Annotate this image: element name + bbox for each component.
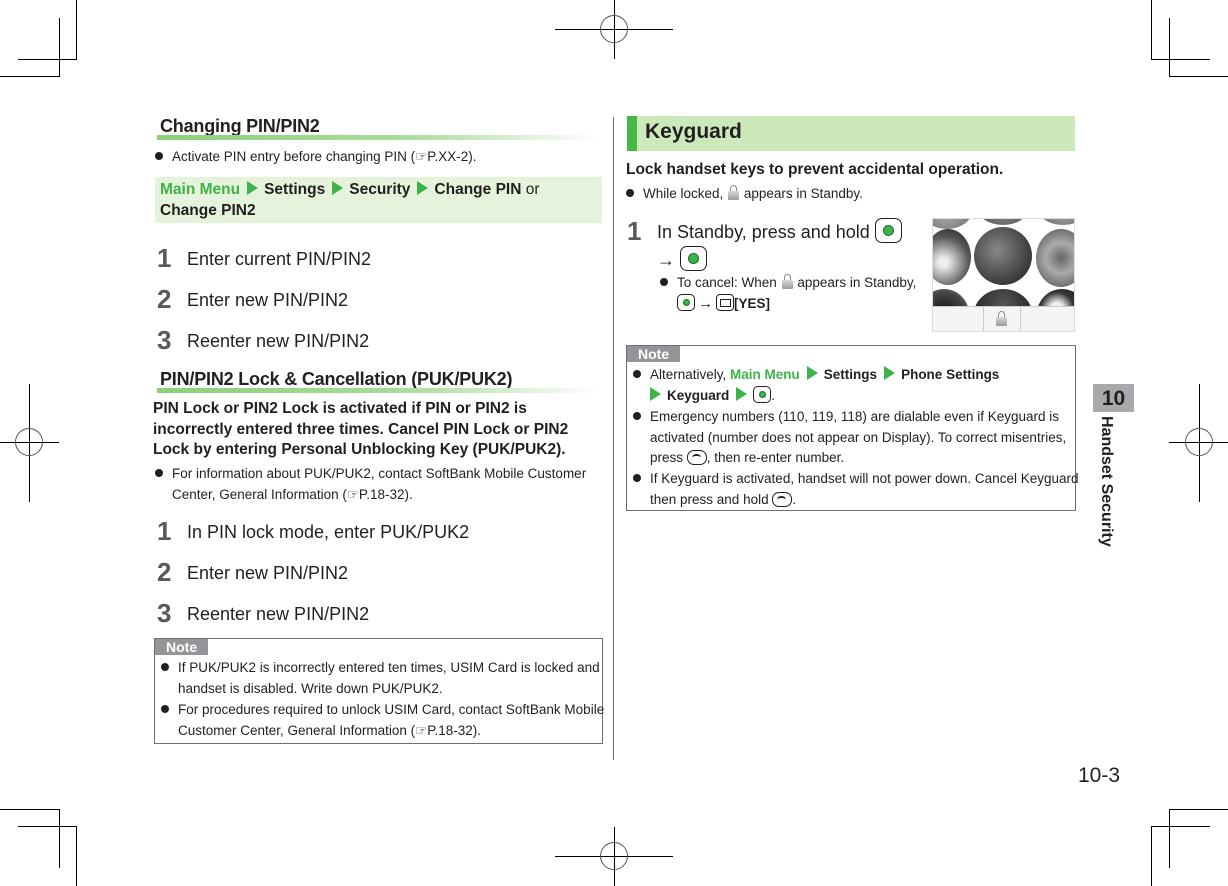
- note-item: For procedures required to unlock USIM C…: [161, 700, 614, 741]
- chapter-label: Handset Security: [1098, 416, 1115, 547]
- triangle-right-icon: [417, 181, 429, 195]
- softkey-bar: [933, 306, 1074, 331]
- triangle-right-icon: [247, 181, 259, 195]
- note-box-puk: Note If PUK/PUK2 is incorrectly entered …: [154, 638, 604, 744]
- menu-main-menu[interactable]: Main Menu: [160, 181, 240, 198]
- bullet-icon: [626, 189, 634, 197]
- bullet-icon: [633, 370, 641, 378]
- bullet-icon: [161, 705, 169, 713]
- center-key-icon: [753, 385, 772, 403]
- center-key-icon: [677, 293, 695, 311]
- triangle-right-icon: [332, 181, 344, 195]
- header-underline: [157, 135, 602, 140]
- keyguard-intro: Lock handset keys to prevent accidental …: [626, 161, 1004, 178]
- bullet-icon: [155, 152, 163, 160]
- step-2: 2 Enter new PIN/PIN2: [157, 557, 349, 587]
- note-label: Note: [155, 639, 209, 655]
- menu-keyguard[interactable]: Keyguard: [667, 388, 729, 403]
- page-number: 10-3: [1078, 764, 1121, 787]
- center-key-icon: [680, 246, 708, 271]
- note-item: Emergency numbers (110, 119, 118) are di…: [633, 407, 1086, 469]
- puk-intro: PIN Lock or PIN2 Lock is activated if PI…: [153, 400, 569, 458]
- bullet-icon: [155, 469, 163, 477]
- lock-icon: [727, 185, 740, 201]
- section-header-changing-pin: Changing PIN/PIN2: [157, 116, 602, 140]
- note-item: If PUK/PUK2 is incorrectly entered ten t…: [161, 658, 614, 699]
- note-item: If Keyguard is activated, handset will n…: [633, 469, 1090, 510]
- menu-or: or: [525, 181, 540, 198]
- header-underline: [157, 388, 602, 393]
- note-label: Note: [627, 346, 681, 362]
- end-key-icon: [686, 450, 707, 465]
- center-key-icon: [874, 218, 902, 243]
- step-1: 1 Enter current PIN/PIN2: [157, 243, 372, 273]
- menu-settings[interactable]: Settings: [824, 367, 877, 382]
- lock-icon: [781, 274, 794, 290]
- keyguard-step-1: 1 In Standby, press and hold: [627, 216, 902, 247]
- menu-security[interactable]: Security: [349, 181, 410, 198]
- bullet-to-cancel: To cancel: When appears in Standby, → [YE…: [660, 273, 947, 314]
- section-title: Changing PIN/PIN2: [160, 116, 320, 136]
- bullet-icon: [633, 474, 641, 482]
- bullet-icon: [633, 412, 641, 420]
- section-header-keyguard: Keyguard: [627, 116, 1075, 151]
- step-3: 3 Reenter new PIN/PIN2: [157, 325, 370, 355]
- note-box-keyguard: Note Alternatively, Main Menu Settings Pho…: [626, 345, 1079, 511]
- triangle-right-icon: [650, 386, 661, 401]
- step-3: 3 Reenter new PIN/PIN2: [157, 598, 370, 628]
- menu-main-menu[interactable]: Main Menu: [730, 367, 800, 382]
- triangle-right-icon: [736, 386, 748, 401]
- section-header-puk: PIN/PIN2 Lock & Cancellation (PUK/PUK2): [157, 369, 602, 393]
- bullet-icon: [660, 278, 668, 286]
- triangle-right-icon: [806, 366, 818, 380]
- menu-change-pin2[interactable]: Change PIN2: [160, 202, 256, 219]
- end-key-icon: [772, 491, 793, 507]
- header-accent: [627, 116, 637, 151]
- section-title: Keyguard: [645, 120, 742, 143]
- menu-change-pin[interactable]: Change PIN: [434, 181, 521, 198]
- bullet-activate-pin: Activate PIN entry before changing PIN (…: [155, 147, 617, 168]
- column-divider: [613, 117, 614, 760]
- triangle-right-icon: [884, 366, 896, 380]
- bullet-puk-info: For information about PUK/PUK2, contact …: [155, 464, 612, 505]
- step-1: 1 In PIN lock mode, enter PUK/PUK2: [157, 516, 470, 546]
- chapter-number-tab: 10: [1093, 384, 1134, 412]
- standby-screen-image: [932, 218, 1075, 332]
- lock-icon: [995, 311, 1008, 327]
- menu-phone-settings[interactable]: Phone Settings: [901, 367, 999, 382]
- section-title: PIN/PIN2 Lock & Cancellation (PUK/PUK2): [160, 369, 513, 389]
- step-2: 2 Enter new PIN/PIN2: [157, 284, 349, 314]
- bullet-while-locked: While locked, appears in Standby.: [626, 184, 1083, 205]
- keyguard-step-1-arrow: →: [657, 246, 708, 271]
- menu-path: Main Menu Settings Security Change PIN or C…: [155, 177, 602, 223]
- menu-settings[interactable]: Settings: [264, 181, 325, 198]
- mail-key-icon: [716, 293, 734, 311]
- note-item: Alternatively, Main Menu Settings Phone Se…: [633, 365, 1086, 406]
- bullet-icon: [161, 663, 169, 671]
